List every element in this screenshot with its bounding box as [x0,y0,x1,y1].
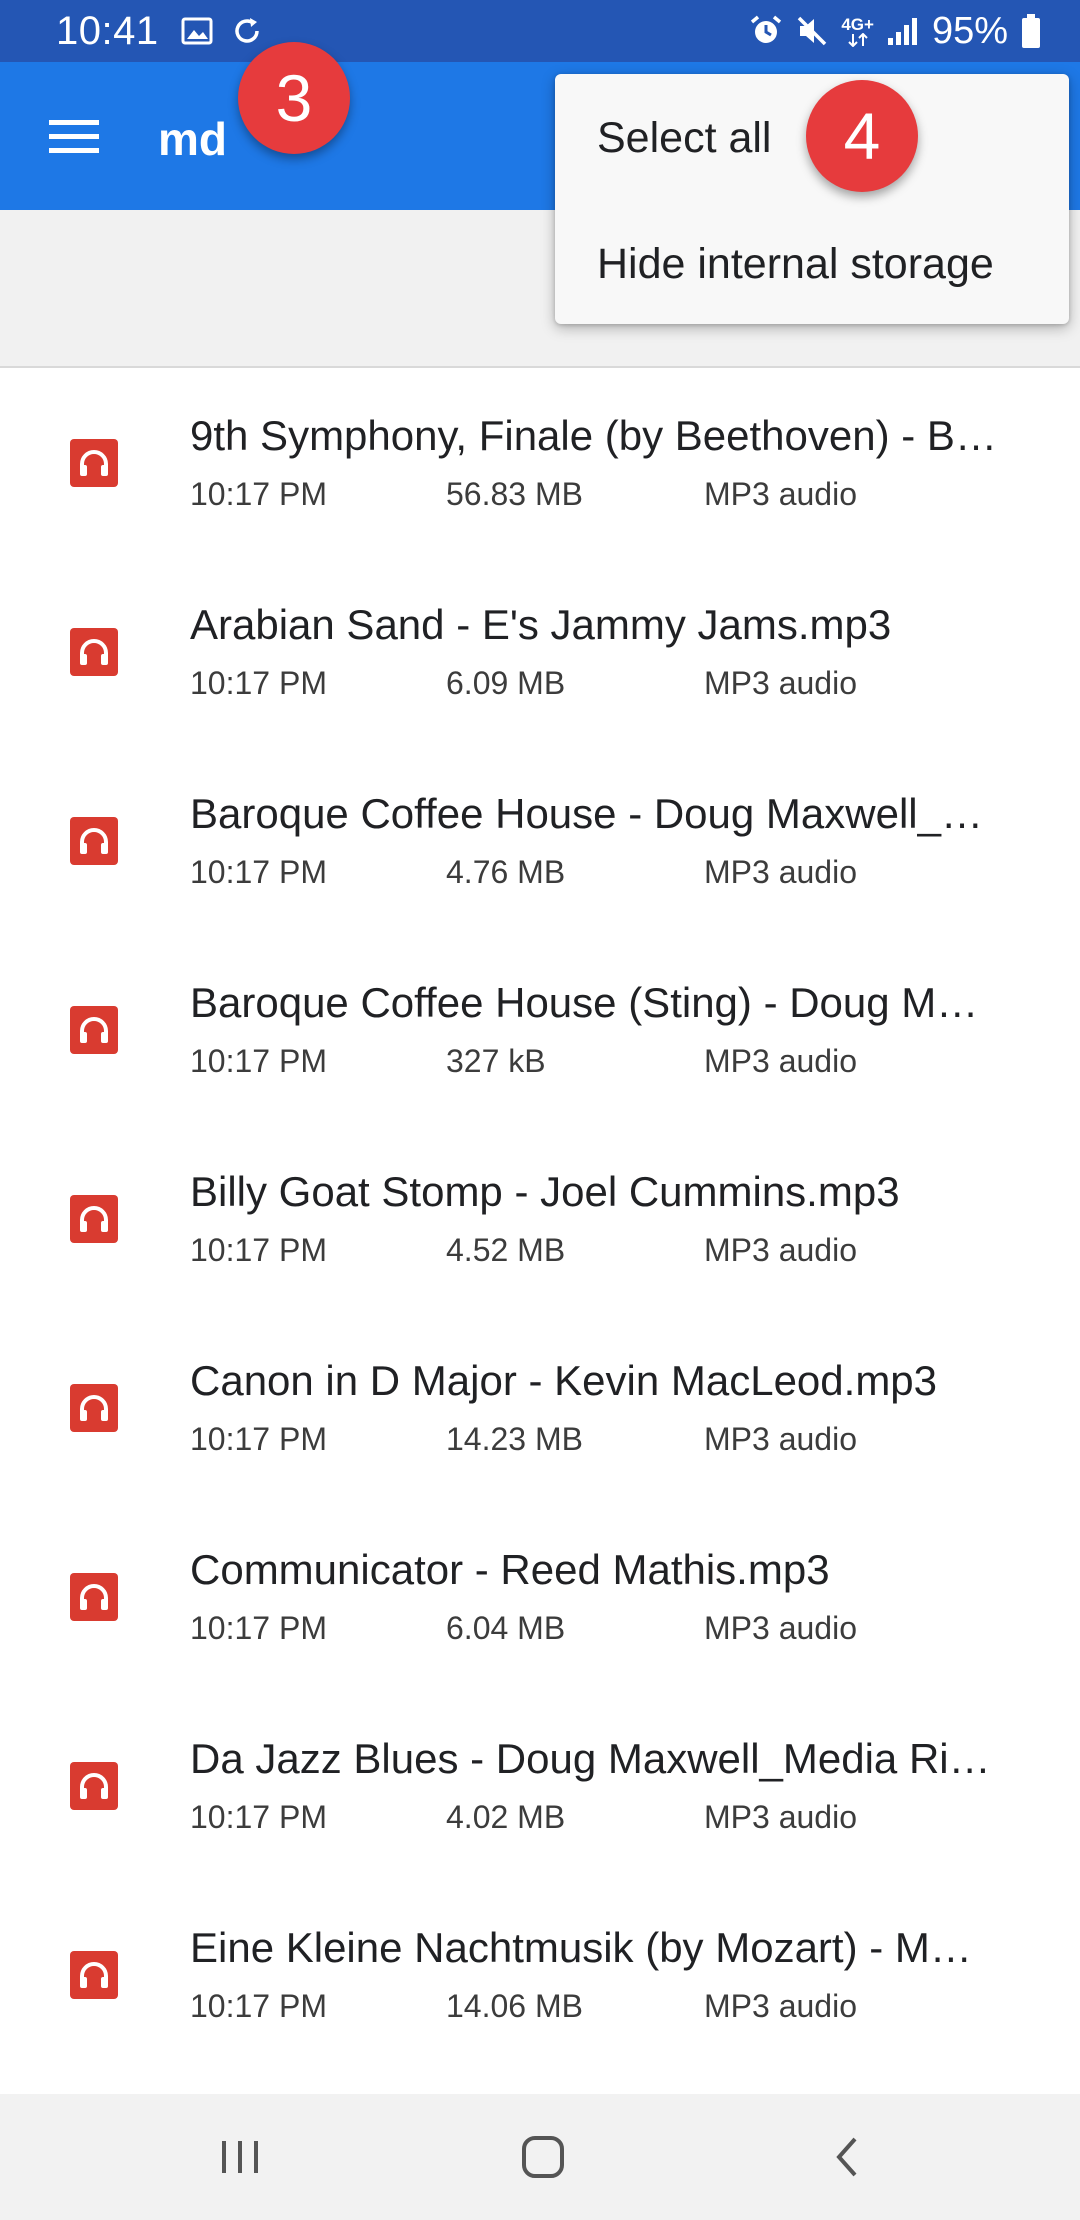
file-row[interactable]: Canon in D Major - Kevin MacLeod.mp3 10:1… [0,1315,1080,1504]
file-size: 6.04 MB [446,1610,566,1646]
back-icon [836,2137,857,2177]
home-icon [522,2136,564,2178]
page-title: md [158,113,227,165]
file-time: 10:17 PM [190,854,327,890]
battery-icon [1020,13,1042,49]
status-right: 4G+ 95% [749,10,1042,53]
signal-icon [886,16,920,46]
file-size: 4.52 MB [446,1232,566,1268]
screen: 10:41 4G+ 95% md 9th Symphony, Finale (b… [0,0,1080,2220]
mute-icon [795,14,829,48]
hamburger-icon [49,120,99,153]
alarm-icon [749,14,783,48]
file-row[interactable]: Arabian Sand - E's Jammy Jams.mp3 10:17 P… [0,559,1080,748]
file-size: 6.09 MB [446,665,566,701]
status-bar: 10:41 4G+ 95% [0,0,1080,62]
recent-apps-button[interactable] [205,2124,275,2190]
file-row[interactable]: Eine Kleine Nachtmusik (by Mozart) - M… 1… [0,1882,1080,2071]
headphones-icon [70,1762,118,1810]
headphones-icon [70,817,118,865]
file-type: MP3 audio [704,665,857,701]
file-time: 10:17 PM [190,1043,327,1079]
sync-icon [231,15,263,47]
file-size: 4.76 MB [446,854,566,890]
file-size: 56.83 MB [446,476,583,512]
network-type: 4G+ [841,16,874,47]
file-size: 4.02 MB [446,1799,566,1835]
file-row[interactable]: 9th Symphony, Finale (by Beethoven) - B…… [0,370,1080,559]
headphones-icon [70,1006,118,1054]
headphones-icon [70,1573,118,1621]
file-time: 10:17 PM [190,1988,327,2024]
file-list: 9th Symphony, Finale (by Beethoven) - B…… [0,370,1080,2071]
headphones-icon [70,1384,118,1432]
file-time: 10:17 PM [190,1799,327,1835]
file-time: 10:17 PM [190,1232,327,1268]
gallery-icon [181,16,213,46]
headphones-icon [70,1951,118,1999]
file-row[interactable]: Communicator - Reed Mathis.mp3 10:17 PM 6.… [0,1504,1080,1693]
file-time: 10:17 PM [190,665,327,701]
file-name: Baroque Coffee House - Doug Maxwell_… [190,790,983,837]
battery-percent: 95% [931,9,1008,52]
file-name: Eine Kleine Nachtmusik (by Mozart) - M… [190,1924,972,1971]
file-name: Baroque Coffee House (Sting) - Doug M… [190,979,979,1026]
file-type: MP3 audio [704,1610,857,1646]
headphones-icon [70,439,118,487]
file-type: MP3 audio [704,1421,857,1457]
file-type: MP3 audio [704,476,857,512]
file-name: 9th Symphony, Finale (by Beethoven) - B… [190,412,997,459]
file-time: 10:17 PM [190,1610,327,1646]
step-badge-4: 4 [806,80,918,192]
step-badge-3: 3 [238,42,350,154]
file-name: Communicator - Reed Mathis.mp3 [190,1546,830,1593]
file-size: 14.23 MB [446,1421,583,1457]
file-name: Arabian Sand - E's Jammy Jams.mp3 [190,601,892,648]
file-time: 10:17 PM [190,476,327,512]
file-type: MP3 audio [704,854,857,890]
file-row[interactable]: Da Jazz Blues - Doug Maxwell_Media Ri… 10… [0,1693,1080,1882]
network-label: 4G+ [841,14,874,34]
file-row[interactable]: Billy Goat Stomp - Joel Cummins.mp3 10:17… [0,1126,1080,1315]
status-time: 10:41 [56,8,159,53]
file-name: Da Jazz Blues - Doug Maxwell_Media Ri… [190,1735,991,1782]
navigation-bar [0,2094,1080,2220]
recent-apps-icon [222,2141,258,2173]
file-row[interactable]: Baroque Coffee House - Doug Maxwell_… 10:… [0,748,1080,937]
headphones-icon [70,1195,118,1243]
file-type: MP3 audio [704,1988,857,2024]
file-time: 10:17 PM [190,1421,327,1457]
headphones-icon [70,628,118,676]
file-type: MP3 audio [704,1043,857,1079]
file-size: 14.06 MB [446,1988,583,2024]
file-size: 327 kB [446,1043,546,1079]
back-button[interactable] [812,2124,882,2190]
menu-item-select-all[interactable]: Select all [597,114,771,163]
file-type: MP3 audio [704,1799,857,1835]
file-name: Canon in D Major - Kevin MacLeod.mp3 [190,1357,938,1404]
file-name: Billy Goat Stomp - Joel Cummins.mp3 [190,1168,900,1215]
home-button[interactable] [508,2124,578,2190]
menu-item-hide-internal-storage[interactable]: Hide internal storage [597,240,994,289]
file-row[interactable]: Baroque Coffee House (Sting) - Doug M… 10… [0,937,1080,1126]
status-left-icons [181,15,263,47]
file-type: MP3 audio [704,1232,857,1268]
menu-button[interactable] [38,100,110,172]
